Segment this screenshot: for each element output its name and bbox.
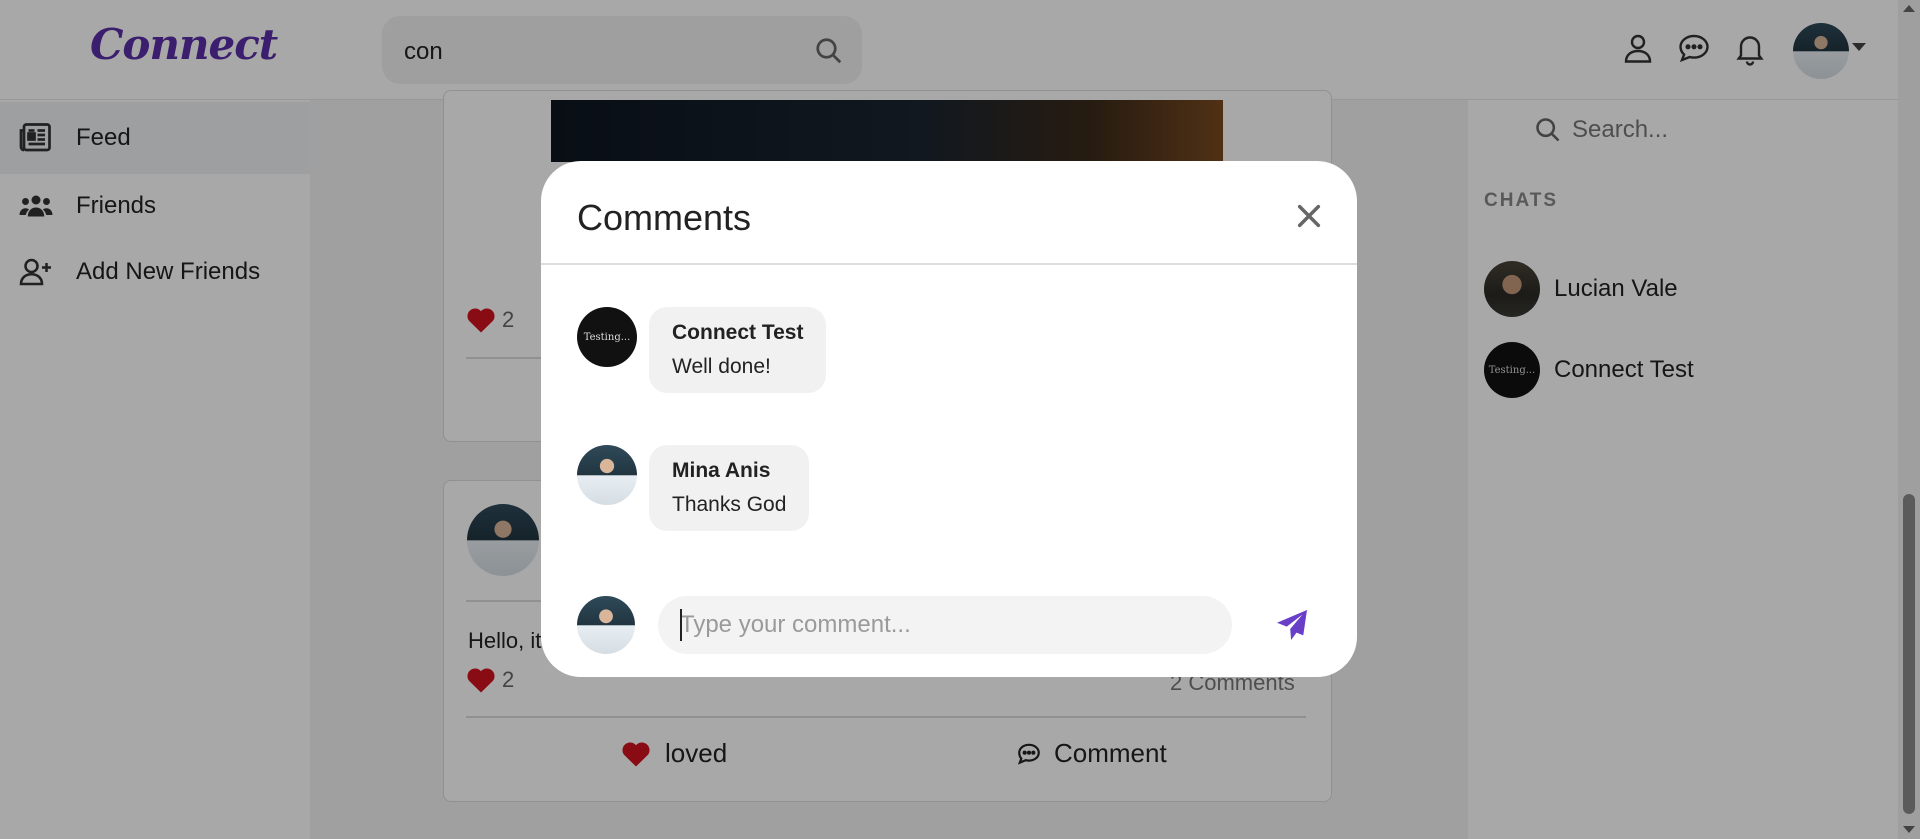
comment-author[interactable]: Mina Anis [672, 459, 786, 483]
avatar [577, 596, 635, 654]
avatar[interactable] [577, 445, 637, 505]
comments-modal: Comments Testing... Connect Test Well do… [541, 161, 1357, 677]
modal-title: Comments [577, 197, 752, 238]
close-icon[interactable] [1295, 202, 1323, 230]
comment-bubble: Mina Anis Thanks God [649, 445, 810, 531]
comment-item: Mina Anis Thanks God [577, 445, 810, 531]
text-caret [680, 609, 682, 641]
comment-input[interactable] [658, 596, 1232, 654]
modal-header: Comments [541, 161, 1357, 265]
comment-item: Testing... Connect Test Well done! [577, 307, 827, 393]
avatar[interactable]: Testing... [577, 307, 637, 367]
send-icon[interactable] [1274, 607, 1310, 643]
comment-text: Thanks God [672, 493, 787, 516]
comment-text: Well done! [672, 355, 771, 378]
comment-bubble: Connect Test Well done! [649, 307, 827, 393]
comment-author[interactable]: Connect Test [672, 321, 803, 345]
